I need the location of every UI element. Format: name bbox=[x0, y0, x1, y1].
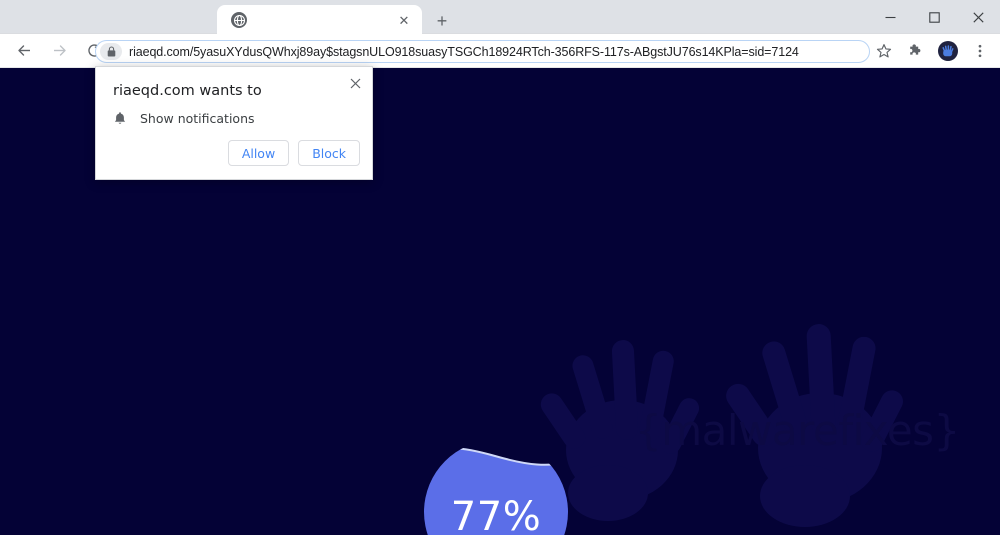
globe-icon bbox=[231, 12, 247, 28]
avatar bbox=[938, 41, 958, 61]
progress-percentage: 77% bbox=[450, 493, 542, 535]
minimize-icon[interactable] bbox=[868, 0, 912, 34]
progress-indicator: 77% bbox=[415, 440, 577, 535]
maximize-icon[interactable] bbox=[912, 0, 956, 34]
forward-arrow-icon[interactable] bbox=[45, 37, 73, 65]
bell-icon bbox=[109, 111, 131, 126]
browser-window: ✕ + riaeqd.com/5yasuXYdusQWhxj89ay$stags… bbox=[0, 0, 1000, 535]
watermark: {malwarefixes} bbox=[540, 318, 1000, 535]
toolbar-actions bbox=[868, 37, 996, 65]
browser-toolbar: riaeqd.com/5yasuXYdusQWhxj89ay$stagsnULO… bbox=[0, 34, 1000, 68]
address-bar[interactable]: riaeqd.com/5yasuXYdusQWhxj89ay$stagsnULO… bbox=[95, 40, 870, 63]
new-tab-button[interactable]: + bbox=[430, 9, 454, 33]
dialog-actions: Allow Block bbox=[227, 140, 360, 166]
permission-label: Show notifications bbox=[140, 111, 255, 126]
tab-strip: ✕ + bbox=[0, 0, 1000, 34]
close-icon[interactable] bbox=[346, 74, 364, 92]
close-icon[interactable] bbox=[956, 0, 1000, 34]
window-controls bbox=[868, 0, 1000, 34]
star-icon[interactable] bbox=[870, 37, 898, 65]
allow-button[interactable]: Allow bbox=[227, 140, 290, 166]
puzzle-piece-icon[interactable] bbox=[902, 37, 930, 65]
permission-row: Show notifications bbox=[109, 111, 255, 126]
dialog-title: riaeqd.com wants to bbox=[113, 83, 262, 99]
watermark-text: {malwarefixes} bbox=[635, 406, 960, 455]
lock-icon[interactable] bbox=[100, 43, 122, 60]
tab-close-icon[interactable]: ✕ bbox=[396, 12, 412, 28]
avatar-icon[interactable] bbox=[934, 37, 962, 65]
back-arrow-icon[interactable] bbox=[10, 37, 38, 65]
address-bar-text[interactable]: riaeqd.com/5yasuXYdusQWhxj89ay$stagsnULO… bbox=[129, 45, 799, 59]
block-button[interactable]: Block bbox=[298, 140, 360, 166]
notification-permission-dialog: riaeqd.com wants to Show notifications A… bbox=[95, 66, 373, 180]
browser-tab[interactable]: ✕ bbox=[217, 5, 422, 34]
three-dot-menu-icon[interactable] bbox=[966, 37, 994, 65]
